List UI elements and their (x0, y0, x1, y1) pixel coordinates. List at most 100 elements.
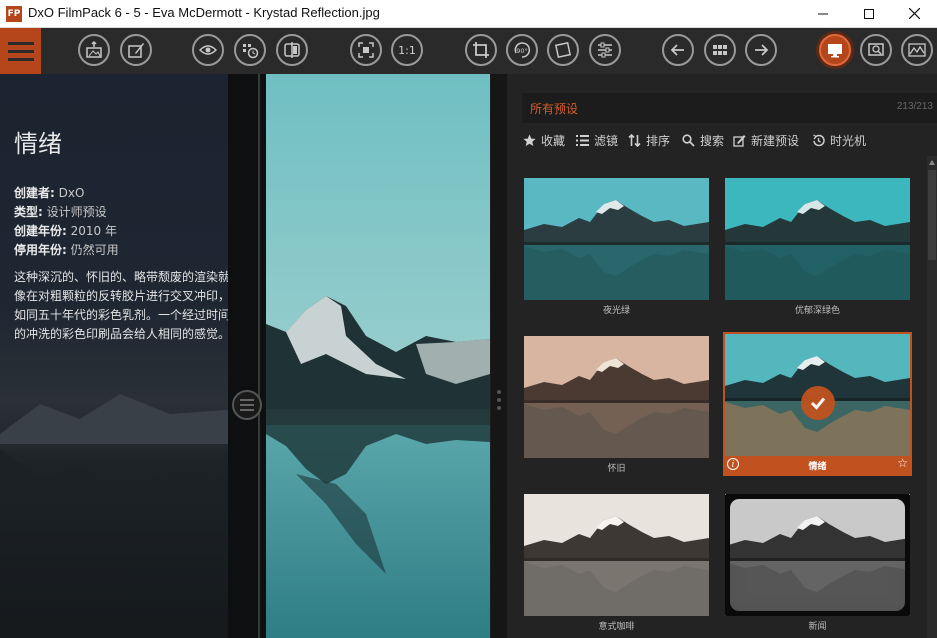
histogram-icon (908, 43, 926, 57)
type-label: 类型: (14, 205, 43, 219)
hamburger-icon-bar (7, 57, 34, 61)
preset-thumbnail-caption: 新闻 (808, 622, 827, 632)
adjustments-icon (598, 42, 612, 58)
fit-screen-button[interactable] (350, 34, 382, 66)
preset-thumbnail-image (725, 178, 910, 300)
time-machine-icon (813, 133, 825, 146)
year-value: 2010 年 (70, 224, 117, 238)
favorites-filter[interactable]: 收藏 (523, 132, 565, 148)
adjustments-button[interactable] (589, 34, 621, 66)
hamburger-icon-bar (7, 49, 34, 53)
main-image (266, 74, 490, 638)
maximize-icon (864, 8, 874, 19)
menu-button[interactable] (0, 28, 41, 74)
zoom-1-1-button[interactable]: 1:1 (391, 34, 423, 66)
eye-button[interactable] (192, 34, 224, 66)
favorite-star-icon[interactable]: ☆ (897, 456, 908, 470)
presets-view-button[interactable] (819, 34, 851, 66)
search-label: 搜索 (700, 133, 725, 148)
creator-label: 创建者: (14, 186, 55, 200)
panel-resize-grip[interactable] (491, 74, 507, 638)
straighten-button[interactable] (547, 34, 579, 66)
split-view-button[interactable] (276, 34, 308, 66)
compare-divider (228, 74, 266, 638)
info-icon[interactable]: i (727, 458, 739, 470)
svg-text:90°: 90° (516, 47, 528, 55)
preset-thumbnail-image (524, 494, 709, 616)
scroll-up-icon[interactable] (929, 160, 935, 165)
compare-history-button[interactable] (234, 34, 266, 66)
preset-thumbnail-caption: 夜光绿 (602, 306, 630, 316)
preset-thumbnail-image (725, 494, 910, 616)
type-value: 设计师预设 (46, 205, 107, 219)
monitor-icon (828, 44, 842, 58)
scrollbar-thumb[interactable] (928, 170, 936, 260)
presets-scrollbar[interactable] (927, 156, 937, 638)
minimize-icon (818, 13, 828, 14)
filters-filter[interactable]: 滤镜 (576, 132, 618, 148)
preset-info-panel: 情绪 创建者: DxO 类型: 设计师预设 创建年份: 2010 年 停用年份:… (0, 74, 240, 638)
new-preset-filter[interactable]: 新建预设 (733, 132, 799, 148)
app-logo-icon: FP (6, 6, 22, 22)
type-row: 类型: 设计师预设 (14, 203, 107, 220)
arrow-right-icon (755, 44, 769, 56)
next-image-button[interactable] (745, 34, 777, 66)
grip-dot (497, 398, 501, 402)
background-mountain-image (0, 394, 240, 504)
preset-thumbnail-image (524, 178, 709, 300)
hamburger-icon (7, 41, 34, 45)
eye-icon (199, 45, 217, 55)
year-label: 创建年份: (14, 224, 67, 238)
crop-icon (473, 42, 489, 58)
preset-thumbnail-caption: 优郁深绿色 (794, 306, 840, 316)
preset-thumbnail-graphic (725, 494, 910, 616)
time-machine-filter[interactable]: 时光机 (812, 132, 866, 148)
creator-value: DxO (58, 186, 85, 200)
year-row: 创建年份: 2010 年 (14, 222, 117, 239)
preset-thumbnail-graphic (524, 336, 709, 458)
edit-image-icon (128, 43, 144, 58)
minimize-button[interactable] (800, 0, 846, 27)
rotate-90-icon: 90° (514, 42, 531, 58)
search-icon (682, 133, 695, 147)
preset-thumbnail-caption: 怀旧 (607, 464, 626, 474)
sort-label: 排序 (646, 133, 671, 148)
grip-dot (497, 390, 501, 394)
selected-check-icon (801, 386, 835, 420)
close-button[interactable] (891, 0, 937, 27)
open-image-icon (86, 41, 102, 58)
split-view-icon (284, 42, 300, 58)
creator-row: 创建者: DxO (14, 184, 84, 201)
open-image-button[interactable] (78, 34, 110, 66)
loupe-button[interactable] (860, 34, 892, 66)
window-title-bar: FP DxO FilmPack 6 - 5 - Eva McDermott - … (0, 0, 937, 28)
preset-thumbnail-selected[interactable]: 情绪 i ☆ (723, 332, 912, 476)
sort-filter[interactable]: 排序 (628, 132, 670, 148)
histogram-button[interactable] (901, 34, 933, 66)
window-title: DxO FilmPack 6 - 5 - Eva McDermott - Kry… (28, 5, 380, 20)
maximize-button[interactable] (846, 0, 892, 27)
compare-history-icon (243, 44, 259, 59)
previous-image-button[interactable] (662, 34, 694, 66)
main-image-view (266, 74, 490, 638)
sort-icon (628, 133, 641, 147)
fit-screen-icon (358, 42, 374, 58)
search-filter[interactable]: 搜索 (682, 132, 724, 148)
new-preset-label: 新建预设 (751, 133, 800, 148)
rotate-90-button[interactable]: 90° (506, 34, 538, 66)
preset-thumbnail-caption: 意式咖啡 (598, 622, 635, 632)
zoom-1-1-label: 1:1 (398, 43, 416, 57)
close-icon (908, 8, 920, 19)
presets-count: 213/213 (896, 101, 933, 112)
presets-header-title[interactable]: 所有预设 (530, 100, 578, 117)
split-handle[interactable] (232, 390, 262, 420)
preset-description: 这种深沉的、怀旧的、略带颓废的渲染就像在对粗颗粒的反转胶片进行交叉冲印，如同五十… (14, 270, 231, 341)
preset-title: 情绪 (14, 130, 62, 158)
new-preset-icon (733, 134, 746, 147)
star-icon (523, 134, 536, 146)
edit-image-button[interactable] (120, 34, 152, 66)
list-icon (576, 134, 589, 146)
crop-button[interactable] (465, 34, 497, 66)
arrow-left-icon (670, 44, 684, 56)
grid-view-button[interactable] (704, 34, 736, 66)
